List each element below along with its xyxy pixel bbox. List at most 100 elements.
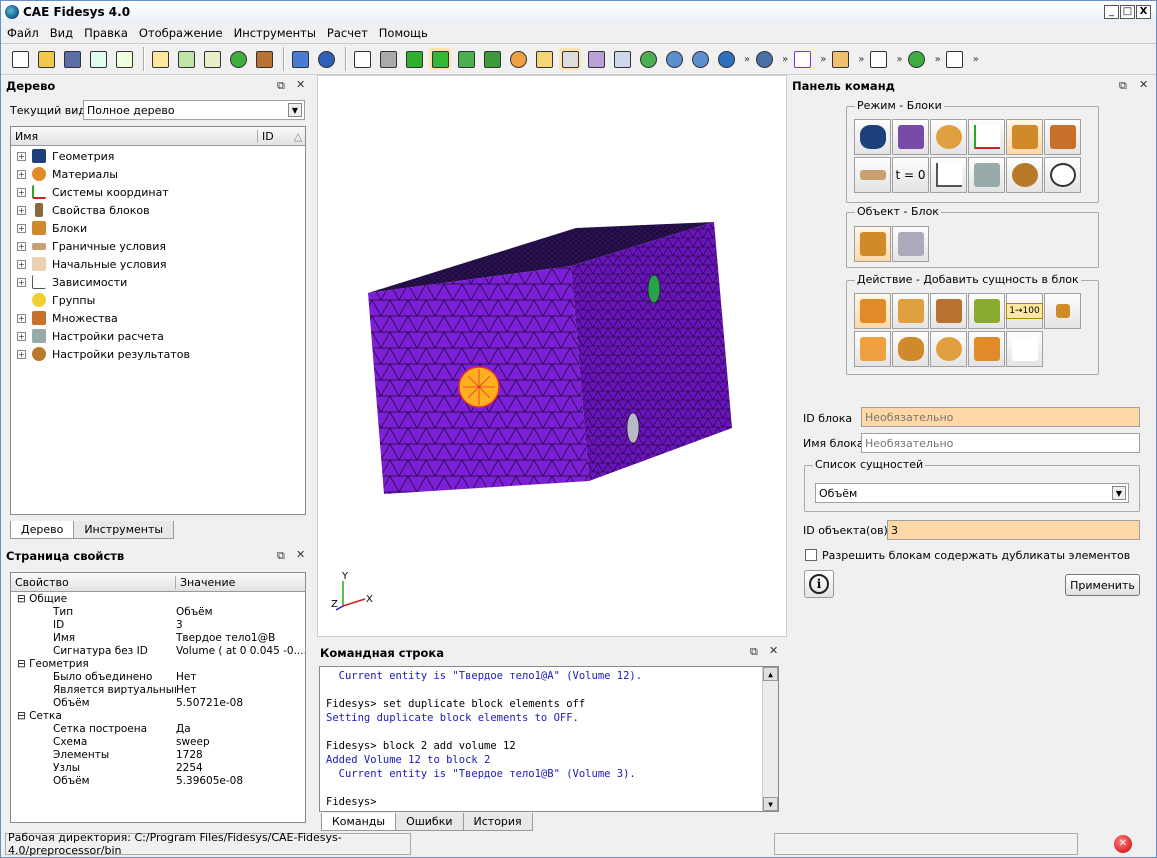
users-button[interactable] bbox=[753, 48, 775, 70]
cmdline-output[interactable]: Current entity is "Твердое тело1@A" (Vol… bbox=[319, 666, 779, 812]
prop-row[interactable]: ⊟ Общие bbox=[11, 593, 305, 606]
expand-icon[interactable]: + bbox=[17, 205, 26, 215]
menu-tools[interactable]: Инструменты bbox=[234, 26, 316, 40]
stop-icon[interactable]: ✕ bbox=[1114, 835, 1132, 853]
pick-button[interactable] bbox=[791, 48, 813, 70]
mesh-model[interactable]: Y X Z bbox=[318, 76, 788, 638]
action-renumber-button[interactable]: 1→100 bbox=[1006, 293, 1043, 329]
run-script-button[interactable] bbox=[175, 48, 197, 70]
save-button[interactable] bbox=[61, 48, 83, 70]
minimize-button[interactable]: _ bbox=[1104, 5, 1119, 19]
expand-icon[interactable]: + bbox=[17, 151, 26, 161]
current-view-select[interactable]: Полное дерево ▼ bbox=[83, 100, 305, 120]
action-delete-button[interactable] bbox=[968, 331, 1005, 367]
shapes-button[interactable] bbox=[455, 48, 477, 70]
rotate-button[interactable] bbox=[637, 48, 659, 70]
mode-geometry-button[interactable] bbox=[854, 119, 891, 155]
tree-item-geometry[interactable]: + Геометрия bbox=[11, 147, 305, 165]
import-button[interactable] bbox=[87, 48, 109, 70]
action-modify-button[interactable] bbox=[930, 293, 967, 329]
toolbar-overflow-7[interactable]: » bbox=[973, 54, 979, 65]
collapse-icon[interactable]: ⊟ bbox=[17, 710, 29, 722]
shaded-button[interactable] bbox=[403, 48, 425, 70]
zoom-in-button[interactable] bbox=[663, 48, 685, 70]
tree-float-icon[interactable]: ⧉ bbox=[277, 79, 285, 93]
id-button[interactable] bbox=[201, 48, 223, 70]
menu-file[interactable]: Файл bbox=[7, 26, 39, 40]
prop-row[interactable]: Узлы 2254 bbox=[11, 762, 305, 775]
tree-item-initial[interactable]: + Начальные условия bbox=[11, 255, 305, 273]
toolbar-overflow-6[interactable]: » bbox=[935, 54, 941, 65]
close-button[interactable]: X bbox=[1136, 5, 1151, 19]
tab-tree[interactable]: Дерево bbox=[10, 521, 75, 539]
menu-view[interactable]: Вид bbox=[50, 26, 73, 40]
tree-item-materials[interactable]: + Материалы bbox=[11, 165, 305, 183]
prop-row[interactable]: Тип Объём bbox=[11, 606, 305, 619]
tree-col-name[interactable]: Имя bbox=[11, 129, 258, 143]
mode-boundary-button[interactable] bbox=[854, 157, 891, 193]
mode-material-button[interactable] bbox=[930, 119, 967, 155]
expand-icon[interactable]: + bbox=[17, 331, 26, 341]
apply-button[interactable]: Применить bbox=[1065, 574, 1140, 596]
mode-initial-button[interactable]: t = 0 bbox=[892, 157, 929, 193]
action-split-button[interactable] bbox=[854, 331, 891, 367]
tab-commands[interactable]: Команды bbox=[321, 813, 397, 831]
mode-probe-button[interactable] bbox=[1044, 157, 1081, 193]
mode-coords-button[interactable] bbox=[968, 119, 1005, 155]
measure-button[interactable] bbox=[868, 48, 890, 70]
prop-row[interactable]: Сигнатура без ID Volume ( at 0 0.045 -0..… bbox=[11, 645, 305, 658]
tools-button[interactable] bbox=[253, 48, 275, 70]
toolbar-overflow-3[interactable]: » bbox=[820, 54, 826, 65]
export-button[interactable] bbox=[113, 48, 135, 70]
prop-row[interactable]: Было объединено Нет bbox=[11, 671, 305, 684]
expand-icon[interactable]: + bbox=[17, 259, 26, 269]
maximize-button[interactable]: □ bbox=[1120, 5, 1135, 19]
prop-row[interactable]: Имя Твердое тело1@B bbox=[11, 632, 305, 645]
prop-row[interactable]: Объём 5.39605e-08 bbox=[11, 775, 305, 788]
mesh-view-button[interactable] bbox=[481, 48, 503, 70]
zoom-out-button[interactable] bbox=[689, 48, 711, 70]
cmdline-scrollbar[interactable]: ▲ ▼ bbox=[762, 667, 778, 811]
prop-row[interactable]: ID 3 bbox=[11, 619, 305, 632]
menu-edit[interactable]: Правка bbox=[84, 26, 128, 40]
shaded-edges-button[interactable] bbox=[429, 48, 451, 70]
expand-icon[interactable]: + bbox=[17, 241, 26, 251]
object-block-button[interactable] bbox=[854, 226, 891, 262]
run-button[interactable] bbox=[906, 48, 928, 70]
prop-row[interactable]: Схема sweep bbox=[11, 736, 305, 749]
refresh-view-button[interactable] bbox=[289, 48, 311, 70]
prop-row[interactable]: ⊟ Геометрия bbox=[11, 658, 305, 671]
action-list-block-button[interactable] bbox=[1044, 293, 1081, 329]
menu-calc[interactable]: Расчет bbox=[327, 26, 368, 40]
tree-item-results[interactable]: + Настройки результатов bbox=[11, 345, 305, 363]
scroll-up-icon[interactable]: ▲ bbox=[763, 667, 778, 681]
command-float-icon[interactable]: ⧉ bbox=[1119, 79, 1127, 93]
expand-icon[interactable]: + bbox=[17, 169, 26, 179]
tree-item-coord-systems[interactable]: + Системы координат bbox=[11, 183, 305, 201]
tree-item-dependencies[interactable]: + Зависимости bbox=[11, 273, 305, 291]
mode-blocks-button[interactable] bbox=[1006, 119, 1043, 155]
expand-icon[interactable]: + bbox=[17, 313, 26, 323]
sort-button[interactable] bbox=[944, 48, 966, 70]
props-close-icon[interactable]: ✕ bbox=[296, 548, 305, 561]
tree-item-groups[interactable]: Группы bbox=[11, 291, 305, 309]
info-button[interactable]: i bbox=[804, 570, 834, 598]
tab-history[interactable]: История bbox=[462, 813, 533, 831]
action-dice-button[interactable] bbox=[892, 293, 929, 329]
load-button[interactable] bbox=[829, 48, 851, 70]
object-block-props-button[interactable] bbox=[892, 226, 929, 262]
expand-icon[interactable]: + bbox=[17, 187, 26, 197]
grid-button[interactable] bbox=[559, 48, 581, 70]
fit-view-button[interactable] bbox=[715, 48, 737, 70]
action-list-button[interactable] bbox=[1006, 331, 1043, 367]
tree-col-id[interactable]: ID bbox=[258, 130, 274, 143]
object-ids-input[interactable]: 3 bbox=[887, 520, 1140, 540]
transparent-button[interactable] bbox=[585, 48, 607, 70]
nodes-button[interactable] bbox=[507, 48, 529, 70]
action-add-entity-button[interactable] bbox=[854, 293, 891, 329]
action-cylinder-button[interactable] bbox=[892, 331, 929, 367]
tab-tools[interactable]: Инструменты bbox=[73, 521, 175, 539]
action-paint-button[interactable] bbox=[968, 293, 1005, 329]
new-file-button[interactable] bbox=[9, 48, 31, 70]
block-id-input[interactable] bbox=[861, 407, 1140, 427]
